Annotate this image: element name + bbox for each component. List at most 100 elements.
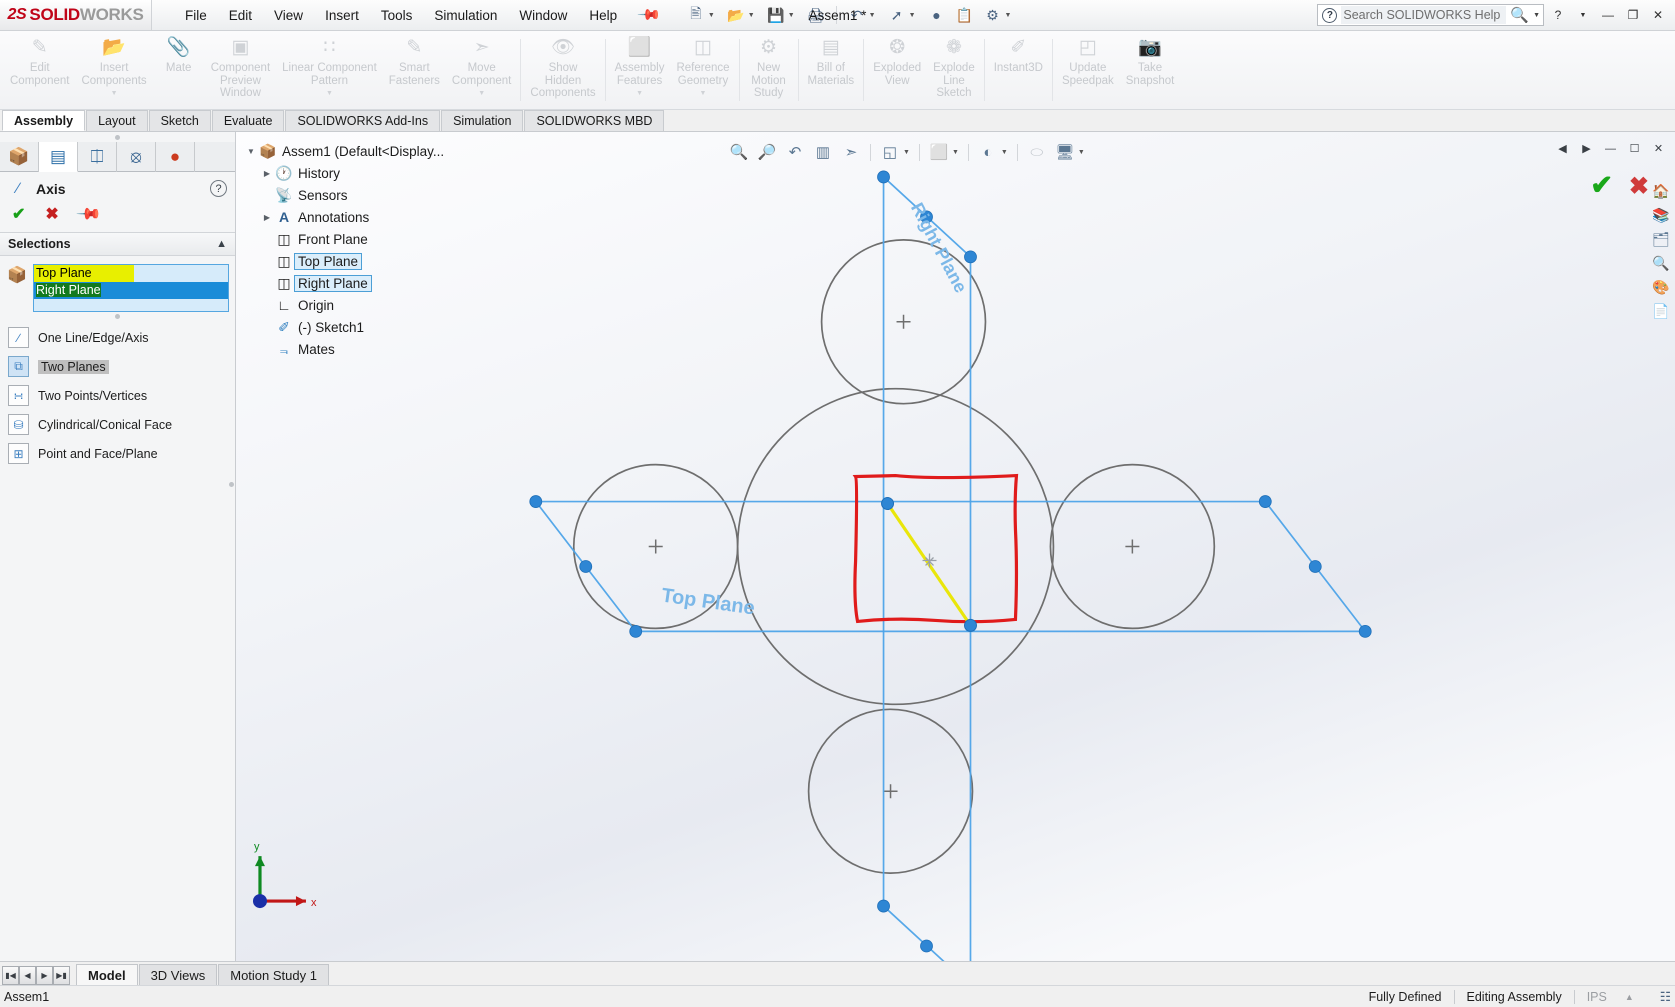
- edit-appearance-icon[interactable]: ◐: [975, 140, 1001, 164]
- chevron-down-icon[interactable]: ▼: [1078, 149, 1085, 156]
- chevron-down-icon[interactable]: ▼: [1005, 12, 1012, 19]
- tab-assembly[interactable]: Assembly: [2, 110, 86, 131]
- appearances-icon[interactable]: 🎨: [1649, 276, 1673, 298]
- design-library-icon[interactable]: 📚: [1649, 204, 1673, 226]
- tree-node-sensors[interactable]: 📡 Sensors: [244, 184, 448, 206]
- ribbon-button-bill-of-materials[interactable]: ▤ Bill of Materials: [802, 31, 861, 109]
- tree-node-annotations[interactable]: ▶ A Annotations: [244, 206, 448, 228]
- previous-view-icon[interactable]: ↶: [782, 140, 808, 164]
- open-document-icon[interactable]: 📂: [723, 3, 749, 27]
- display-manager-tab[interactable]: ●: [156, 142, 195, 172]
- ribbon-button-linear-component-pattern[interactable]: ∷ Linear Component Pattern ▼: [276, 31, 383, 109]
- feature-manager-tree-tab[interactable]: 📦: [0, 142, 39, 172]
- ribbon-button-component-preview-window[interactable]: ▣ Component Preview Window: [205, 31, 276, 109]
- tree-node-origin[interactable]: ∟ Origin: [244, 294, 448, 316]
- chevron-down-icon[interactable]: ▼: [478, 88, 485, 101]
- dock-tab-3d-views[interactable]: 3D Views: [138, 964, 218, 985]
- menu-item-view[interactable]: View: [263, 4, 314, 27]
- ribbon-button-smart-fasteners[interactable]: ✎ Smart Fasteners: [383, 31, 446, 109]
- select-arrow-icon[interactable]: ➚: [884, 3, 910, 27]
- save-icon[interactable]: 💾: [763, 3, 789, 27]
- ribbon-button-assembly-features[interactable]: ⬜ Assembly Features ▼: [609, 31, 671, 109]
- chevron-down-icon[interactable]: ▼: [1001, 149, 1008, 156]
- tree-node-front-plane[interactable]: ◫ Front Plane: [244, 228, 448, 250]
- ribbon-button-exploded-view[interactable]: ❂ Exploded View: [867, 31, 927, 109]
- collapse-left-icon[interactable]: ◀: [1552, 138, 1573, 159]
- new-document-icon[interactable]: 🖹: [683, 3, 709, 27]
- chevron-down-icon[interactable]: ▼: [708, 12, 715, 19]
- menu-item-file[interactable]: File: [174, 4, 218, 27]
- doc-close-icon[interactable]: ✕: [1648, 138, 1669, 159]
- selection-item-right-plane[interactable]: Right Plane: [34, 282, 228, 299]
- configuration-manager-tab[interactable]: ⎅: [78, 142, 117, 172]
- ribbon-button-explode-line-sketch[interactable]: ❁ Explode Line Sketch: [927, 31, 981, 109]
- maximize-button[interactable]: ❐: [1622, 4, 1644, 26]
- option-two-points-vertices[interactable]: ∺ Two Points/Vertices: [0, 381, 235, 410]
- pushpin-icon[interactable]: 📌: [637, 2, 663, 28]
- model-canvas[interactable]: Top Plane Right Plane y x: [236, 132, 1675, 961]
- option-point-and-face-plane[interactable]: ⊞ Point and Face/Plane: [0, 439, 235, 468]
- ribbon-button-mate[interactable]: 📎 Mate: [153, 31, 205, 109]
- print-icon[interactable]: 🖨: [803, 3, 829, 27]
- option-one-line-edge-axis[interactable]: ∕ One Line/Edge/Axis: [0, 323, 235, 352]
- first-tab-button[interactable]: ▮◀: [2, 966, 19, 985]
- display-style-icon[interactable]: ◱: [877, 140, 903, 164]
- tab-solidworks-add-ins[interactable]: SOLIDWORKS Add-Ins: [285, 110, 441, 131]
- option-two-planes[interactable]: ⧉ Two Planes: [0, 352, 235, 381]
- chevron-down-icon[interactable]: ▼: [326, 88, 333, 101]
- menu-item-window[interactable]: Window: [508, 4, 578, 27]
- dock-tab-model[interactable]: Model: [76, 964, 138, 985]
- tab-sketch[interactable]: Sketch: [148, 110, 211, 131]
- chevron-down-icon[interactable]: ▼: [244, 147, 258, 156]
- menu-item-help[interactable]: Help: [578, 4, 628, 27]
- chevron-down-icon[interactable]: ▼: [748, 12, 755, 19]
- chevron-down-icon[interactable]: ▼: [869, 12, 876, 19]
- selection-box-resize-handle[interactable]: [0, 312, 235, 323]
- file-properties-icon[interactable]: 📋: [952, 3, 978, 27]
- tab-simulation[interactable]: Simulation: [441, 110, 524, 131]
- zoom-to-area-icon[interactable]: 🔎: [754, 140, 780, 164]
- prev-tab-button[interactable]: ◀: [19, 966, 36, 985]
- chevron-down-icon[interactable]: ▼: [1572, 4, 1594, 26]
- graphics-area[interactable]: Top Plane Right Plane y x 🔍 🔎 ↶ ▥ ➣ ◱ ▼ …: [236, 132, 1675, 961]
- hide-show-items-icon[interactable]: ⬜: [926, 140, 952, 164]
- tab-layout[interactable]: Layout: [86, 110, 148, 131]
- ribbon-button-move-component[interactable]: ➣ Move Component ▼: [446, 31, 517, 109]
- property-manager-tab[interactable]: ▤: [39, 142, 78, 172]
- ribbon-button-reference-geometry[interactable]: ◫ Reference Geometry ▼: [670, 31, 735, 109]
- last-tab-button[interactable]: ▶▮: [53, 966, 70, 985]
- dock-tab-motion-study-1[interactable]: Motion Study 1: [218, 964, 329, 985]
- chevron-down-icon[interactable]: ▼: [952, 149, 959, 156]
- help-search-input[interactable]: Search SOLIDWORKS Help: [1341, 6, 1507, 24]
- menu-item-insert[interactable]: Insert: [314, 4, 370, 27]
- ok-button[interactable]: ✔: [12, 204, 25, 224]
- help-button[interactable]: ?: [1547, 4, 1569, 26]
- help-circle-icon[interactable]: ?: [210, 180, 227, 197]
- doc-restore-icon[interactable]: ☐: [1624, 138, 1645, 159]
- selection-list-box[interactable]: Top Plane Right Plane: [33, 264, 229, 312]
- search-icon[interactable]: 🔍: [1510, 6, 1529, 24]
- tree-node-mates[interactable]: ⫬ Mates: [244, 338, 448, 360]
- tree-node-top-plane[interactable]: ◫ Top Plane: [244, 250, 448, 272]
- chevron-right-icon[interactable]: ▶: [260, 169, 274, 178]
- menu-item-simulation[interactable]: Simulation: [423, 4, 508, 27]
- tree-node-history[interactable]: ▶ 🕐 History: [244, 162, 448, 184]
- rebuild-icon[interactable]: ●: [924, 3, 950, 27]
- selections-section-header[interactable]: Selections ▲: [0, 232, 235, 256]
- tree-node-assembly[interactable]: ▼ 📦 Assem1 (Default<Display...: [244, 140, 448, 162]
- option-cylindrical-conical-face[interactable]: ⛁ Cylindrical/Conical Face: [0, 410, 235, 439]
- tree-node-sketch1[interactable]: ✐ (-) Sketch1: [244, 316, 448, 338]
- ribbon-button-take-snapshot[interactable]: 📷 Take Snapshot: [1120, 31, 1181, 109]
- section-view-icon[interactable]: ▥: [810, 140, 836, 164]
- zoom-to-fit-icon[interactable]: 🔍: [726, 140, 752, 164]
- options-gear-icon[interactable]: ⚙: [980, 3, 1006, 27]
- file-explorer-icon[interactable]: 🗂: [1649, 228, 1673, 250]
- ribbon-button-update-speedpak[interactable]: ◰ Update Speedpak: [1056, 31, 1120, 109]
- tab-solidworks-mbd[interactable]: SOLIDWORKS MBD: [524, 110, 665, 131]
- view-palette-icon[interactable]: 🏠: [1649, 180, 1673, 202]
- chevron-down-icon[interactable]: ▼: [700, 88, 707, 101]
- status-units[interactable]: IPS: [1587, 990, 1607, 1004]
- ribbon-button-instant3d[interactable]: ✐ Instant3D: [988, 31, 1049, 109]
- menu-item-tools[interactable]: Tools: [370, 4, 424, 27]
- ribbon-button-new-motion-study[interactable]: ⚙ New Motion Study: [743, 31, 795, 109]
